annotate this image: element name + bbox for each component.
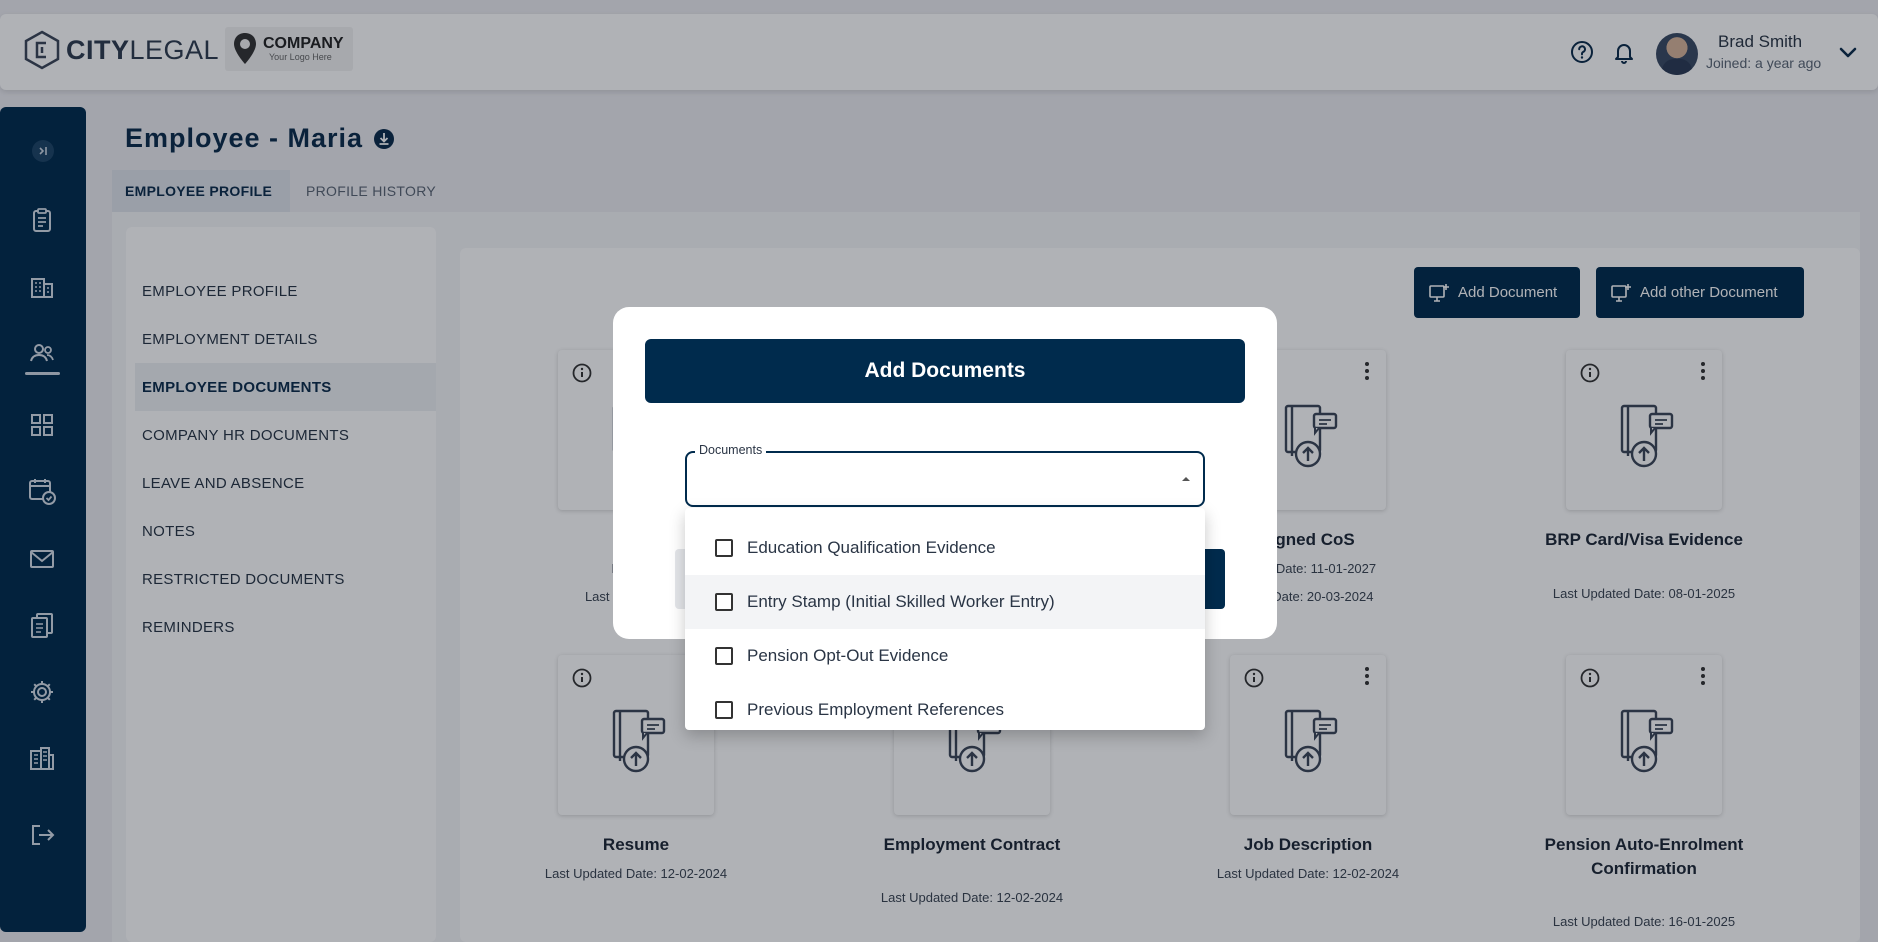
option-label: Previous Employment References bbox=[747, 700, 1005, 719]
option-entry-stamp[interactable]: Entry Stamp (Initial Skilled Worker Entr… bbox=[685, 575, 1205, 629]
documents-select-label: Documents bbox=[695, 443, 767, 457]
checkbox[interactable] bbox=[715, 593, 733, 611]
option-label: Pension Opt-Out Evidence bbox=[747, 646, 949, 665]
checkbox[interactable] bbox=[715, 539, 733, 557]
documents-dropdown-list: Education Qualification Evidence Entry S… bbox=[685, 508, 1205, 730]
checkbox[interactable] bbox=[715, 647, 733, 665]
checkbox[interactable] bbox=[715, 701, 733, 719]
option-education-qualification-evidence[interactable]: Education Qualification Evidence bbox=[685, 521, 1205, 575]
modal-title: Add Documents bbox=[645, 339, 1245, 403]
option-pension-opt-out-evidence[interactable]: Pension Opt-Out Evidence bbox=[685, 629, 1205, 683]
documents-select[interactable]: Documents bbox=[685, 443, 1205, 507]
option-label: Entry Stamp (Initial Skilled Worker Entr… bbox=[747, 592, 1055, 611]
caret-up-icon[interactable] bbox=[1179, 473, 1193, 485]
option-previous-employment-references[interactable]: Previous Employment References bbox=[685, 683, 1205, 730]
option-label: Education Qualification Evidence bbox=[747, 538, 996, 557]
